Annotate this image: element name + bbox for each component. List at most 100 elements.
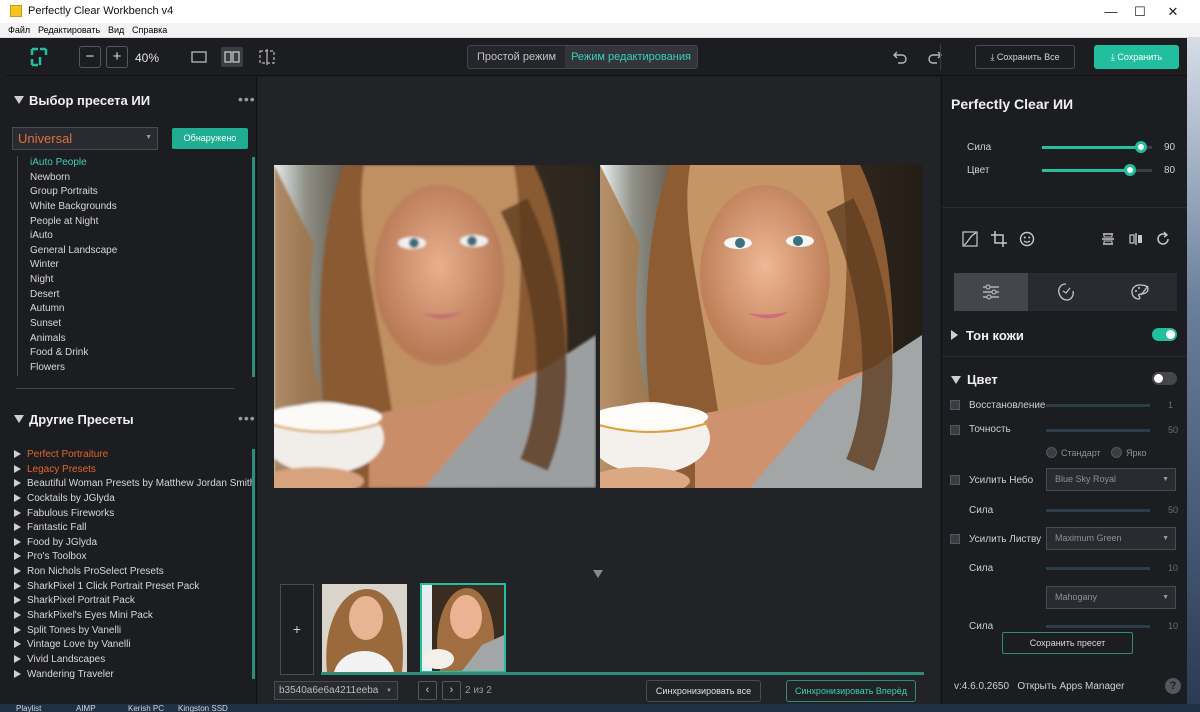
save-preset-button[interactable]: Сохранить пресет (1002, 632, 1133, 654)
other-preset-item[interactable]: Beautiful Woman Presets by Matthew Jorda… (14, 477, 255, 492)
strength-slider[interactable] (1042, 141, 1152, 153)
tab-effects[interactable] (1103, 273, 1177, 311)
ai-list-scrollbar[interactable] (252, 157, 255, 377)
flip-vertical-icon[interactable] (1100, 231, 1116, 247)
ai-preset-item[interactable]: Food & Drink (17, 346, 256, 361)
zoom-out-button[interactable]: − (79, 46, 101, 68)
menu-view[interactable]: Вид (108, 25, 124, 35)
flip-horizontal-icon[interactable] (1128, 231, 1144, 247)
other-preset-item[interactable]: Perfect Portraiture (14, 448, 254, 463)
more-options-icon[interactable]: ••• (238, 410, 256, 426)
ai-preset-item[interactable]: Group Portraits (17, 185, 256, 200)
thumbnail-2-selected[interactable] (420, 583, 506, 673)
ai-preset-header[interactable]: Выбор пресета ИИ (14, 93, 150, 108)
third-preset-select[interactable]: Mahogany ▼ (1046, 586, 1176, 609)
other-preset-item[interactable]: Cocktails by JGlyda (14, 492, 254, 507)
menu-edit[interactable]: Редактировать (38, 25, 100, 35)
tab-adjustments[interactable] (954, 273, 1028, 311)
color-slider[interactable] (1042, 164, 1152, 176)
other-preset-item[interactable]: Food by JGlyda (14, 536, 254, 551)
ai-preset-item[interactable]: White Backgrounds (17, 199, 256, 215)
ai-preset-item[interactable]: Winter (17, 258, 256, 274)
restore-checkbox[interactable] (950, 400, 960, 410)
zoom-in-button[interactable]: + (106, 46, 128, 68)
taskbar-item[interactable]: Kingston SSD (178, 704, 228, 712)
ai-preset-select[interactable]: Universal ▼ (12, 127, 158, 150)
curves-icon[interactable] (962, 231, 978, 247)
skin-tone-toggle[interactable] (1152, 328, 1177, 341)
undo-icon[interactable] (892, 49, 908, 65)
other-preset-item[interactable]: Split Tones by Vanelli (14, 624, 254, 639)
other-preset-item[interactable]: SharkPixel's Eyes Mini Pack (14, 609, 254, 624)
other-presets-header[interactable]: Другие Пресеты (14, 412, 134, 427)
ai-preset-item[interactable]: Night (17, 273, 256, 288)
ai-preset-item[interactable]: iAuto (17, 229, 256, 244)
color-section-header[interactable]: Цвет (951, 372, 998, 387)
save-button[interactable]: ⤓ Сохранить (1094, 45, 1179, 69)
other-preset-item[interactable]: Ron Nichols ProSelect Presets (14, 565, 254, 580)
save-all-button[interactable]: ⤓ Сохранить Все (975, 45, 1075, 69)
more-options-icon[interactable]: ••• (238, 91, 256, 107)
sky-strength-slider[interactable] (1046, 509, 1150, 512)
sky-preset-select[interactable]: Blue Sky Royal ▼ (1046, 468, 1176, 491)
other-preset-item[interactable]: SharkPixel 1 Click Portrait Preset Pack (14, 580, 254, 595)
ai-preset-item[interactable]: General Landscape (17, 243, 256, 259)
other-preset-item[interactable]: Fantastic Fall (14, 521, 254, 536)
ai-preset-item[interactable]: Animals (17, 331, 256, 347)
other-preset-item[interactable]: Legacy Presets (14, 463, 254, 478)
close-button[interactable]: ✕ (1150, 0, 1196, 23)
standard-radio[interactable] (1046, 447, 1057, 458)
prev-image-button[interactable]: ‹ (418, 681, 437, 700)
ai-preset-item[interactable]: iAuto People (17, 156, 256, 171)
ai-preset-item[interactable]: Autumn (17, 302, 256, 318)
menu-help[interactable]: Справка (132, 25, 167, 35)
add-image-button[interactable]: + (280, 584, 314, 675)
rotate-icon[interactable] (1155, 231, 1171, 247)
mode-simple-tab[interactable]: Простой режим (468, 46, 565, 68)
compare-view-button[interactable] (221, 47, 243, 67)
mode-edit-tab[interactable]: Режим редактирования (565, 46, 697, 68)
sync-forward-button[interactable]: Синхронизировать Вперёд (786, 680, 916, 702)
color-section-toggle[interactable] (1152, 372, 1177, 385)
color-slider-handle[interactable] (1124, 164, 1136, 176)
ai-preset-item[interactable]: People at Night (17, 214, 256, 230)
other-preset-item[interactable]: Vivid Landscapes (14, 653, 254, 668)
ai-preset-item[interactable]: Newborn (17, 170, 256, 186)
restore-slider[interactable] (1046, 404, 1150, 407)
enhance-foliage-checkbox[interactable] (950, 534, 960, 544)
taskbar-item[interactable]: Kerish PC (128, 704, 164, 712)
crop-icon[interactable] (991, 231, 1007, 247)
foliage-preset-select[interactable]: Maximum Green ▼ (1046, 527, 1176, 550)
other-preset-item[interactable]: Vintage Love by Vanelli (14, 638, 254, 653)
menu-file[interactable]: Файл (8, 25, 30, 35)
detected-button[interactable]: Обнаружено (172, 128, 248, 149)
skin-tone-header[interactable]: Тон кожи (951, 328, 1024, 343)
enhance-sky-checkbox[interactable] (950, 475, 960, 485)
single-view-icon[interactable] (191, 51, 207, 63)
apps-manager-link[interactable]: Открыть Apps Manager (1017, 681, 1124, 692)
third-strength-slider[interactable] (1046, 625, 1150, 628)
ai-preset-item[interactable]: Desert (17, 287, 256, 303)
foliage-strength-slider[interactable] (1046, 567, 1150, 570)
other-preset-item[interactable]: Wandering Traveler (14, 668, 254, 683)
taskbar-item[interactable]: Playlist (16, 704, 41, 712)
sync-all-button[interactable]: Синхронизировать все (646, 680, 761, 702)
face-icon[interactable] (1019, 231, 1035, 247)
collapse-filmstrip-icon[interactable] (593, 570, 603, 578)
strength-slider-handle[interactable] (1135, 141, 1147, 153)
tab-retouch[interactable] (1029, 273, 1103, 311)
accuracy-slider[interactable] (1046, 429, 1150, 432)
other-list-scrollbar[interactable] (252, 449, 255, 679)
help-icon[interactable]: ? (1165, 678, 1181, 694)
thumbnail-1[interactable] (322, 584, 407, 672)
ai-preset-item[interactable]: Flowers (17, 360, 256, 376)
bright-radio[interactable] (1111, 447, 1122, 458)
next-image-button[interactable]: › (442, 681, 461, 700)
other-preset-item[interactable]: Fabulous Fireworks (14, 507, 254, 522)
accuracy-checkbox[interactable] (950, 425, 960, 435)
other-preset-item[interactable]: SharkPixel Portrait Pack (14, 594, 254, 609)
other-preset-item[interactable]: Pro's Toolbox (14, 550, 254, 565)
ai-preset-item[interactable]: Sunset (17, 317, 256, 332)
split-compare-icon[interactable] (258, 49, 276, 65)
file-name-select[interactable]: b3540a6e6a4211eeba ▼ (274, 681, 398, 700)
